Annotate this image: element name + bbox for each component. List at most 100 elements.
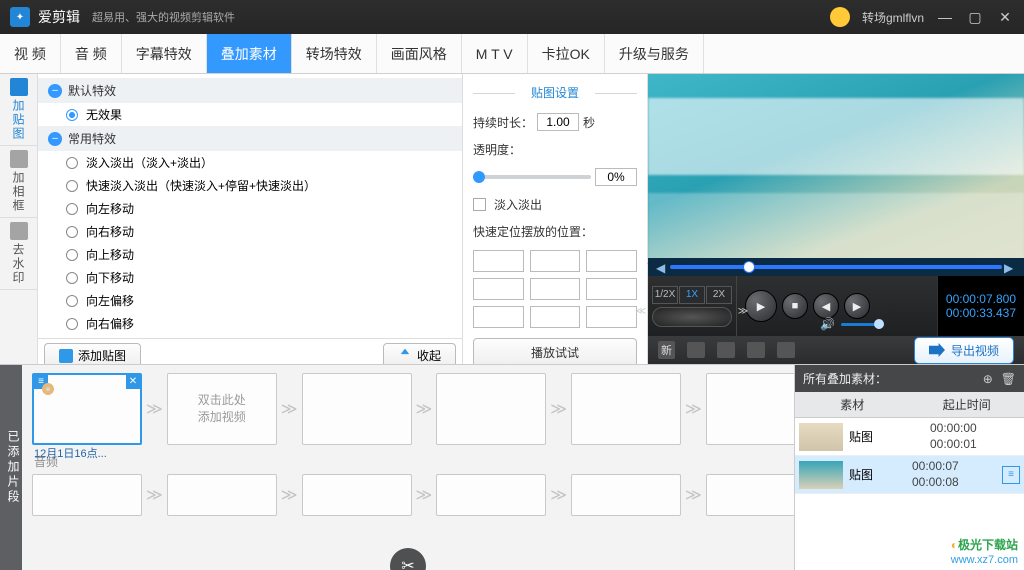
collapse-icon: – (48, 84, 62, 98)
arrow-icon: ≫ (146, 399, 163, 419)
settings-header: 贴图设置 (473, 84, 637, 101)
play-test-button[interactable]: 播放试试 (473, 338, 637, 367)
overlay-row[interactable]: 贴图 00:00:0000:00:01 (795, 418, 1024, 456)
export-icon (929, 343, 945, 357)
pos-cell[interactable] (473, 306, 524, 328)
category-common[interactable]: –常用特效 (38, 126, 462, 151)
audio-slot[interactable] (302, 474, 412, 516)
tab-overlay[interactable]: 叠加素材 (207, 34, 292, 73)
empty-clip[interactable] (571, 373, 681, 445)
speed-two[interactable]: 2X (706, 286, 732, 304)
effect-item[interactable]: 向右偏移 (38, 312, 462, 335)
bottom-tab[interactable]: 已添加片段 (0, 365, 22, 570)
effect-item[interactable]: 淡入淡出（淡入+淡出） (38, 151, 462, 174)
user-label[interactable]: 转场gmlflvn (862, 9, 924, 26)
opacity-label: 透明度： (473, 143, 521, 157)
maximize-button[interactable]: ▢ (966, 9, 984, 26)
col-material: 素材 (795, 392, 910, 417)
jog-wheel[interactable] (652, 307, 732, 327)
audio-slot[interactable] (571, 474, 681, 516)
tab-subtitle[interactable]: 字幕特效 (122, 34, 207, 73)
tab-video[interactable]: 视 频 (0, 34, 61, 73)
pos-cell[interactable] (586, 278, 637, 300)
audio-slot[interactable] (436, 474, 546, 516)
empty-clip[interactable] (706, 373, 794, 445)
collapse-icon (398, 349, 412, 363)
opacity-input[interactable] (595, 168, 637, 186)
pos-cell[interactable] (530, 278, 581, 300)
pos-cell[interactable] (473, 250, 524, 272)
row-more-icon[interactable]: ≡ (1002, 466, 1020, 484)
effect-item[interactable]: 向左移动 (38, 197, 462, 220)
effect-item[interactable]: 向左偏移 (38, 289, 462, 312)
audio-label: 音频 (34, 453, 784, 470)
fade-checkbox[interactable] (473, 198, 486, 211)
save-icon[interactable] (717, 342, 735, 358)
volume-icon[interactable]: 🔊 (820, 317, 835, 331)
locate-icon[interactable]: ⊕ (983, 372, 993, 386)
pos-cell[interactable] (530, 250, 581, 272)
export-video-button[interactable]: 导出视频 (914, 337, 1014, 364)
watermark-icon (10, 222, 28, 240)
duration-input[interactable] (537, 113, 579, 131)
quickpos-label: 快速定位摆放的位置： (473, 223, 637, 240)
timecode: 00:00:07.800 00:00:33.437 (937, 276, 1024, 336)
tab-mtv[interactable]: M T V (462, 34, 528, 73)
volume-slider[interactable] (841, 323, 884, 326)
jog-forward-icon[interactable]: ≫ (736, 306, 750, 320)
delete-icon[interactable]: 🗑 (1001, 372, 1016, 386)
stop-button[interactable]: ■ (782, 293, 808, 319)
watermark-brand: ◐极光下载站 www.xz7.com (951, 533, 1018, 566)
speed-one[interactable]: 1X (679, 286, 705, 304)
user-avatar-icon[interactable] (830, 7, 850, 27)
effect-item[interactable]: 快速淡入淡出（快速淡入+停留+快速淡出） (38, 174, 462, 197)
effect-item[interactable]: 向下移动 (38, 266, 462, 289)
tab-transition[interactable]: 转场特效 (292, 34, 377, 73)
pos-cell[interactable] (473, 278, 524, 300)
close-button[interactable]: ✕ (996, 9, 1014, 26)
category-default[interactable]: –默认特效 (38, 78, 462, 103)
scrub-left-icon[interactable]: ◀ (656, 261, 668, 273)
minimize-button[interactable]: — (936, 9, 954, 25)
effect-item[interactable]: 向右移动 (38, 220, 462, 243)
tool-add-sticker[interactable]: 加贴图 (0, 74, 37, 146)
tab-audio[interactable]: 音 频 (61, 34, 122, 73)
scrub-right-icon[interactable]: ▶ (1004, 261, 1016, 273)
tool-add-frame[interactable]: 加相框 (0, 146, 37, 218)
empty-clip[interactable] (302, 373, 412, 445)
open-icon[interactable] (687, 342, 705, 358)
timeline: ≡ ✕ 12月1日16点... ≫ 双击此处 添加视频 ≫ ≫ ≫ ≫ 音频 ≫… (22, 365, 794, 570)
audio-slot[interactable] (706, 474, 794, 516)
speed-half[interactable]: 1/2X (652, 286, 678, 304)
pos-cell[interactable] (530, 306, 581, 328)
scrub-knob[interactable] (743, 261, 755, 273)
volume-row: 🔊 (820, 314, 884, 334)
overlay-row[interactable]: 贴图 00:00:0700:00:08 ≡ (795, 456, 1024, 494)
empty-clip[interactable] (436, 373, 546, 445)
duration-label: 持续时长： (473, 114, 533, 131)
effect-item[interactable]: 向上移动 (38, 243, 462, 266)
pos-cell[interactable] (586, 306, 637, 328)
clip-thumb (42, 383, 54, 395)
tool-remove-watermark[interactable]: 去水印 (0, 218, 37, 290)
tab-upgrade[interactable]: 升级与服务 (605, 34, 704, 73)
collapse-icon: – (48, 132, 62, 146)
scrub-bar[interactable]: ◀ ▶ (648, 258, 1024, 276)
jog-rewind-icon[interactable]: ≪ (634, 306, 648, 320)
clip-name: 12月1日16点... (34, 445, 140, 461)
scissors-button[interactable]: ✂ (390, 548, 426, 570)
frame-icon (10, 150, 28, 168)
pos-cell[interactable] (586, 250, 637, 272)
add-clip-slot[interactable]: 双击此处 添加视频 (167, 373, 277, 445)
settings-icon[interactable] (747, 342, 765, 358)
audio-slot[interactable] (167, 474, 277, 516)
tab-style[interactable]: 画面风格 (377, 34, 462, 73)
audio-slot[interactable] (32, 474, 142, 516)
new-badge[interactable]: 新 (658, 341, 675, 359)
tab-karaoke[interactable]: 卡拉OK (528, 34, 605, 73)
video-clip[interactable]: ≡ ✕ 12月1日16点... (32, 373, 142, 445)
share-icon[interactable] (777, 342, 795, 358)
opacity-slider[interactable] (473, 175, 591, 179)
effect-item[interactable]: 无效果 (38, 103, 462, 126)
clip-close-icon[interactable]: ✕ (126, 375, 140, 389)
